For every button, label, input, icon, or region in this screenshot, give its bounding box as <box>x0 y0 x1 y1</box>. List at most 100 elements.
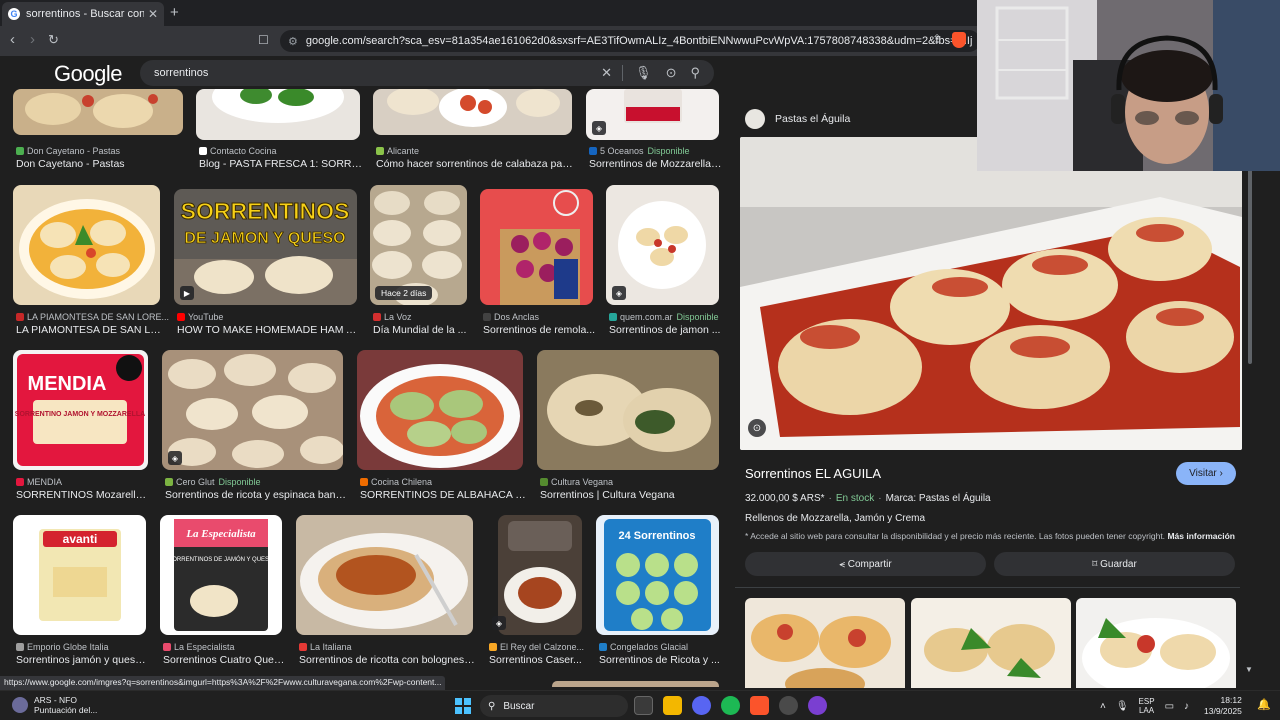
result-image[interactable] <box>196 89 360 140</box>
result-caption[interactable]: Sorrentinos jamón y queso... <box>16 654 149 666</box>
image-result[interactable]: Don Cayetano - Pastas Don Cayetano - Pas… <box>13 89 186 170</box>
google-lens-icon[interactable]: ⊙ <box>748 419 766 437</box>
bookmark-icon[interactable]: ☐ <box>258 33 269 47</box>
language-indicator[interactable]: ESP LAA <box>1139 697 1155 715</box>
result-caption[interactable]: Sorrentinos de Ricota y ... <box>599 654 722 666</box>
image-result[interactable]: MENDIA SORRENTINO JAMON Y MOZZARELLA MEND… <box>13 350 151 501</box>
notification-icon[interactable]: 🔔 <box>1257 698 1271 711</box>
result-image[interactable]: MENDIA SORRENTINO JAMON Y MOZZARELLA <box>13 350 148 470</box>
related-image[interactable] <box>911 598 1071 688</box>
result-image[interactable] <box>13 185 160 305</box>
image-result[interactable]: avanti Emporio Globe Italia Sorrentinos … <box>13 515 149 666</box>
result-caption[interactable]: Cómo hacer sorrentinos de calabaza paso … <box>376 158 575 170</box>
result-image[interactable] <box>373 89 572 135</box>
search-input[interactable]: sorrentinos <box>154 67 587 79</box>
obs-icon[interactable] <box>808 696 827 715</box>
news-widget[interactable]: ARS - NFO Puntuación del... <box>12 695 97 715</box>
close-tab-icon[interactable]: ✕ <box>148 7 158 21</box>
result-caption[interactable]: Sorrentinos Caser... <box>489 654 585 666</box>
result-caption[interactable]: SORRENTINOS DE ALBAHACA R... <box>360 489 526 501</box>
image-result[interactable]: SORRENTINOS DE JAMON Y QUESO ▶ YouTube HO… <box>174 185 360 336</box>
network-icon[interactable]: ▭ <box>1165 701 1174 712</box>
result-image[interactable] <box>537 350 719 470</box>
result-caption[interactable]: Sorrentinos Cuatro Ques... <box>163 654 285 666</box>
panel-scrollbar[interactable]: ▲ ▼ <box>1243 89 1257 687</box>
brave-browser-icon[interactable] <box>750 696 769 715</box>
image-result[interactable]: ◈ 5 Oceanos Disponible Sorrentinos de Moz… <box>586 89 722 170</box>
forward-arrow-icon[interactable]: › <box>30 31 35 48</box>
more-info-link[interactable]: Más información <box>1167 531 1235 541</box>
result-caption[interactable]: Sorrentinos de Mozzarella ... <box>589 158 722 170</box>
taskbar-search[interactable]: ⚲ Buscar <box>480 695 628 717</box>
share-page-icon[interactable]: ⇪ <box>932 32 942 48</box>
image-result[interactable] <box>552 681 719 687</box>
back-arrow-icon[interactable]: ‹ <box>10 31 15 48</box>
reload-icon[interactable]: ↻ <box>48 32 59 48</box>
image-result[interactable]: La Italiana Sorrentinos de ricotta con b… <box>296 515 476 666</box>
result-image[interactable]: SORRENTINOS DE JAMON Y QUESO <box>174 189 357 305</box>
result-image[interactable] <box>296 515 473 635</box>
image-result[interactable]: 24 Sorrentinos Congelados Glacial Sorren… <box>596 515 722 666</box>
related-image[interactable] <box>745 598 905 688</box>
microphone-icon[interactable]: 🎙 <box>622 65 652 81</box>
tray-overflow-icon[interactable]: ˄ <box>1100 701 1106 712</box>
visit-button[interactable]: Visitar › <box>1176 462 1236 485</box>
image-result[interactable]: LA PIAMONTESA DE SAN LORE... LA PIAMONTE… <box>13 185 169 336</box>
result-caption[interactable]: Sorrentinos de remola... <box>483 324 596 336</box>
image-result[interactable]: Hace 2 días La Voz Día Mundial de la ... <box>370 185 470 336</box>
result-caption[interactable]: Sorrentinos | Cultura Vegana <box>540 489 722 501</box>
result-image[interactable] <box>552 681 719 687</box>
steam-icon[interactable] <box>779 696 798 715</box>
image-result[interactable]: ◈ quem.com.ar Disponible Sorrentinos de j… <box>606 185 722 336</box>
result-image[interactable] <box>162 350 343 470</box>
result-caption[interactable]: Don Cayetano - Pastas <box>16 158 186 170</box>
share-button[interactable]: ⪪ Compartir <box>745 552 986 576</box>
result-caption[interactable]: Sorrentinos de jamon ... <box>609 324 722 336</box>
file-explorer-icon[interactable] <box>663 696 682 715</box>
spotify-icon[interactable] <box>721 696 740 715</box>
address-bar[interactable]: ⚙ google.com/search?sca_esv=81a354ae1610… <box>280 30 980 52</box>
result-image[interactable]: La Especialista SORRENTINOS DE JAMÓN Y QU… <box>160 515 282 635</box>
preview-image[interactable] <box>740 137 1242 450</box>
windows-start-icon[interactable] <box>455 698 471 714</box>
microphone-icon[interactable]: 🎙 <box>1116 701 1129 712</box>
image-result[interactable]: Cocina Chilena SORRENTINOS DE ALBAHACA R… <box>357 350 526 501</box>
panel-title[interactable]: Sorrentinos EL AGUILA <box>745 466 881 481</box>
clock[interactable]: 18:12 13/9/2025 <box>1204 695 1242 717</box>
clear-search-icon[interactable]: ✕ <box>601 65 612 81</box>
image-result[interactable]: Cultura Vegana Sorrentinos | Cultura Veg… <box>537 350 722 501</box>
result-caption[interactable]: Día Mundial de la ... <box>373 324 470 336</box>
google-logo[interactable]: Google <box>54 61 122 87</box>
result-image[interactable]: 24 Sorrentinos <box>596 515 719 635</box>
result-caption[interactable]: Sorrentinos de ricota y espinaca bande..… <box>165 489 346 501</box>
image-result[interactable]: Dos Anclas Sorrentinos de remola... <box>480 185 596 336</box>
related-image[interactable] <box>1076 598 1236 688</box>
panel-source-name[interactable]: Pastas el Águila <box>775 113 850 125</box>
result-caption[interactable]: SORRENTINOS Mozarella ... <box>16 489 151 501</box>
image-result[interactable]: ◈ Cero Glut Disponible Sorrentinos de ric… <box>162 350 346 501</box>
discord-icon[interactable] <box>692 696 711 715</box>
tab-active[interactable]: G sorrentinos - Buscar con Google ✕ <box>2 2 164 26</box>
image-result[interactable]: Contacto Cocina Blog - PASTA FRESCA 1: S… <box>196 89 363 170</box>
google-lens-icon[interactable]: ⊙ <box>666 65 677 81</box>
result-caption[interactable]: Sorrentinos de ricotta con bolognesa ... <box>299 654 476 666</box>
image-result[interactable]: ◈ El Rey del Calzone... Sorrentinos Case… <box>486 515 585 666</box>
scroll-down-icon[interactable]: ▼ <box>1245 665 1253 674</box>
volume-icon[interactable]: ♪ <box>1184 701 1189 712</box>
brave-shield-icon[interactable] <box>952 32 967 48</box>
result-caption[interactable]: HOW TO MAKE HOMEMADE HAM AN... <box>177 324 360 336</box>
result-image[interactable] <box>357 350 523 470</box>
new-tab-button[interactable]: + <box>170 4 179 21</box>
result-image[interactable] <box>13 89 183 135</box>
result-caption[interactable]: LA PIAMONTESA DE SAN LO... <box>16 324 163 336</box>
image-result[interactable]: Alicante Cómo hacer sorrentinos de calab… <box>373 89 575 170</box>
site-info-icon[interactable]: ⚙ <box>288 35 298 48</box>
result-image[interactable]: avanti <box>13 515 146 635</box>
result-image[interactable] <box>480 189 593 305</box>
task-view-icon[interactable] <box>634 696 653 715</box>
result-image[interactable] <box>498 515 582 635</box>
search-icon[interactable]: ⚲ <box>690 65 700 81</box>
search-box[interactable]: sorrentinos ✕ 🎙 ⊙ ⚲ <box>140 60 714 86</box>
image-result[interactable]: La Especialista SORRENTINOS DE JAMÓN Y QU… <box>160 515 285 666</box>
result-caption[interactable]: Blog - PASTA FRESCA 1: SORRE... <box>199 158 363 170</box>
